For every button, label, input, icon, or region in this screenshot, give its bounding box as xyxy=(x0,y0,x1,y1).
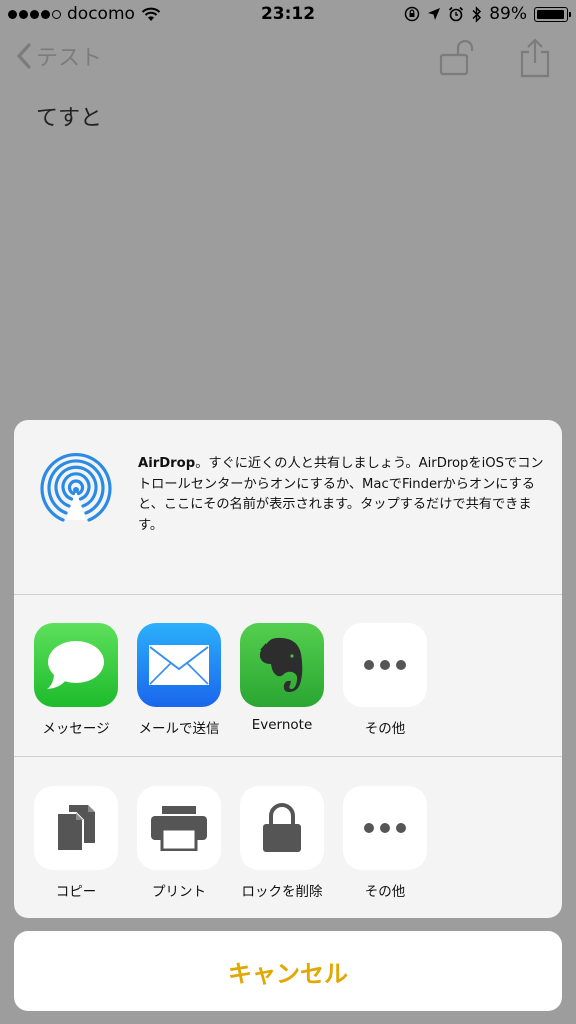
action-label: プリント xyxy=(152,884,206,900)
airdrop-body: 。すぐに近くの人と共有しましょう。AirDropをiOSでコントロールセンターか… xyxy=(138,456,544,533)
action-copy[interactable]: コピー xyxy=(24,786,128,900)
share-app-label: メールで送信 xyxy=(138,721,220,737)
action-label: その他 xyxy=(364,884,406,900)
battery-icon xyxy=(534,6,571,22)
share-app-label: その他 xyxy=(364,721,406,737)
divider xyxy=(14,756,562,757)
action-label: コピー xyxy=(55,884,97,900)
navigation-bar: テスト xyxy=(0,36,576,82)
printer-icon xyxy=(137,786,221,870)
more-icon xyxy=(343,786,427,870)
share-icon xyxy=(520,38,550,78)
unlock-icon xyxy=(439,39,474,76)
airdrop-section[interactable]: AirDrop。すぐに近くの人と共有しましょう。AirDropをiOSでコントロ… xyxy=(14,420,562,595)
share-app-evernote[interactable]: Evernote xyxy=(230,623,334,733)
location-icon xyxy=(428,8,441,20)
airdrop-title: AirDrop xyxy=(138,456,196,471)
chevron-left-icon xyxy=(17,43,31,69)
action-label: ロックを削除 xyxy=(241,884,323,900)
mail-icon xyxy=(137,623,221,707)
alarm-icon xyxy=(449,6,464,22)
battery-percent: 89% xyxy=(489,4,527,24)
share-sheet: AirDrop。すぐに近くの人と共有しましょう。AirDropをiOSでコントロ… xyxy=(14,420,562,918)
action-remove-lock[interactable]: ロックを削除 xyxy=(230,786,334,900)
copy-icon xyxy=(34,786,118,870)
note-body: てすと xyxy=(36,106,103,131)
share-button[interactable] xyxy=(518,38,552,82)
share-app-more[interactable]: その他 xyxy=(333,623,437,737)
status-bar: docomo 23:12 89% xyxy=(0,0,576,30)
status-bar-right: 89% xyxy=(404,4,571,24)
airdrop-description: AirDrop。すぐに近くの人と共有しましょう。AirDropをiOSでコントロ… xyxy=(138,454,546,536)
evernote-icon xyxy=(240,623,324,707)
orientation-lock-icon xyxy=(404,6,420,22)
action-print[interactable]: プリント xyxy=(127,786,231,900)
divider xyxy=(14,594,562,595)
more-icon xyxy=(343,623,427,707)
lock-icon xyxy=(240,786,324,870)
back-button[interactable]: テスト xyxy=(16,40,102,72)
share-app-messages[interactable]: メッセージ xyxy=(24,623,128,737)
share-app-label: Evernote xyxy=(251,717,313,733)
share-app-label: メッセージ xyxy=(42,721,110,737)
airdrop-icon xyxy=(40,453,112,522)
bluetooth-icon xyxy=(472,5,482,23)
unlock-button[interactable] xyxy=(438,38,476,80)
back-button-label: テスト xyxy=(36,46,103,71)
cancel-button[interactable]: キャンセル xyxy=(14,931,562,1011)
share-app-mail[interactable]: メールで送信 xyxy=(127,623,231,737)
action-more[interactable]: その他 xyxy=(333,786,437,900)
messages-icon xyxy=(34,623,118,707)
